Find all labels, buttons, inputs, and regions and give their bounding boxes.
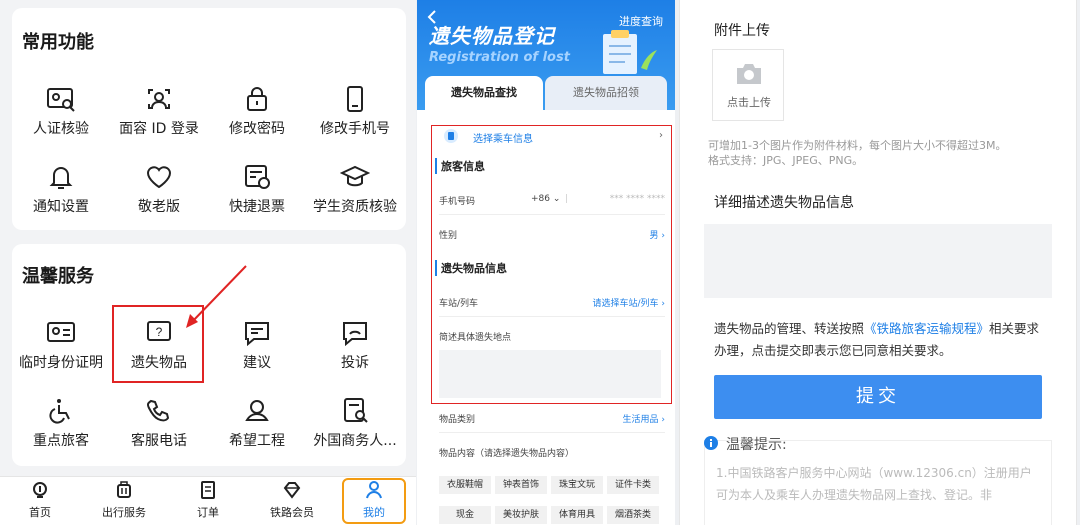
chip-item[interactable]: 钟表首饰 (495, 476, 547, 494)
chip-item[interactable]: 美妆护肤 (495, 506, 547, 524)
complaint-icon (343, 322, 367, 346)
bell-icon (49, 167, 73, 189)
submit-button[interactable]: 提交 (714, 375, 1042, 419)
luggage-icon (117, 481, 131, 498)
chip-item[interactable]: 烟酒茶类 (607, 506, 659, 524)
grid-item-temp-id[interactable]: 临时身份证明 (12, 320, 110, 372)
grid-item-label: 人证核验 (33, 121, 89, 137)
ticket-refund-icon (245, 165, 270, 189)
grid-item-change-phone[interactable]: 修改手机号 (306, 86, 404, 138)
grid-item-student-verify[interactable]: 学生资质核验 (306, 164, 404, 216)
nav-label: 首页 (29, 506, 51, 519)
describe-textarea[interactable] (704, 224, 1052, 298)
annotation-arrow-icon (186, 265, 247, 328)
id-card-search-icon (47, 88, 75, 112)
chip-item[interactable]: 珠宝文玩 (551, 476, 603, 494)
chip-item[interactable]: 证件卡类 (607, 476, 659, 494)
grid-item-label: 面容 ID 登录 (119, 121, 199, 137)
grid-item-hope-project[interactable]: 希望工程 (208, 398, 306, 450)
warm-services-title: 温馨服务 (22, 266, 94, 287)
tab-claim-found[interactable]: 遗失物品招领 (545, 76, 667, 110)
rule-pre: 遗失物品的管理、转送按照 (714, 321, 865, 336)
grid-item-notification[interactable]: 通知设置 (12, 164, 110, 216)
tip-body: 1.中国铁路客户服务中心网站（www.12306.cn）注册用户可为本人及乘车人… (716, 466, 1032, 502)
nav-rail-member[interactable]: 铁路会员 (252, 481, 332, 520)
details-submit-panel: 附件上传 点击上传 可增加1-3个图片作为附件材料，每个图片大小不得超过3M。 … (676, 0, 1080, 525)
nav-home[interactable]: 首页 (0, 481, 80, 520)
grid-item-label: 敬老版 (138, 199, 180, 215)
tip-title: 温馨提示: (726, 437, 787, 453)
grid-item-key-passenger[interactable]: 重点旅客 (12, 398, 110, 450)
grid-item-face-verify[interactable]: 人证核验 (12, 86, 110, 138)
chip-item[interactable]: 体育用具 (551, 506, 603, 524)
chip-item[interactable]: 衣服鞋帽 (439, 476, 491, 494)
info-icon (704, 436, 718, 450)
grid-item-label: 临时身份证明 (19, 355, 103, 371)
grid-item-label: 外国商务人... (313, 433, 397, 449)
attach-hint-format: 格式支持：JPG、JPEG、PNG。 (708, 154, 864, 167)
grid-item-service-hotline[interactable]: 客服电话 (110, 398, 208, 450)
rule-notice: 遗失物品的管理、转送按照《铁路旅客运输规程》相关要求办理，点击提交即表示您已同意… (714, 318, 1044, 362)
hero-banner: 遗失物品登记 Registration of lost 进度查询 遗失物品查找 … (417, 0, 675, 110)
content-label: 物品内容（请选择遗失物品内容） (439, 449, 575, 459)
wheelchair-icon (49, 399, 70, 424)
face-id-icon (148, 89, 170, 109)
diamond-icon (283, 482, 301, 499)
mine-tab-highlight (342, 478, 406, 524)
grid-item-complaint[interactable]: 投诉 (306, 320, 404, 372)
clipboard-illustration-icon (603, 30, 657, 74)
divider (439, 432, 665, 433)
camera-icon (737, 64, 761, 84)
upload-label: 点击上传 (727, 96, 771, 109)
lost-items-form-panel: 遗失物品登记 Registration of lost 进度查询 遗失物品查找 … (417, 0, 675, 525)
form-highlight (431, 125, 672, 404)
graduation-cap-icon (340, 165, 370, 187)
grid-item-change-password[interactable]: 修改密码 (208, 86, 306, 138)
grid-item-label: 学生资质核验 (313, 199, 397, 215)
grid-item-label: 客服电话 (131, 433, 187, 449)
chip-item[interactable]: 现金 (439, 506, 491, 524)
grid-item-quick-refund[interactable]: 快捷退票 (208, 164, 306, 216)
regulation-link[interactable]: 《铁路旅客运输规程》 (864, 321, 989, 336)
attach-title: 附件上传 (714, 23, 770, 39)
describe-title: 详细描述遗失物品信息 (714, 195, 854, 211)
phone-call-icon (146, 399, 170, 422)
attach-hint-size: 可增加1-3个图片作为附件材料，每个图片大小不得超过3M。 (708, 139, 1007, 152)
category-row[interactable]: 物品类别 生活用品 › (439, 412, 665, 425)
home-icon (33, 482, 47, 498)
hero-title: 遗失物品登记 (429, 24, 555, 48)
my-page-panel: 常用功能 人证核验 面容 ID 登录 修改密码 修改手机号 通知设置 敬老版 快… (0, 0, 416, 525)
phone-icon (347, 86, 363, 112)
grid-item-label: 希望工程 (229, 433, 285, 449)
grid-item-face-id-login[interactable]: 面容 ID 登录 (110, 86, 208, 138)
hope-project-icon (245, 400, 269, 421)
nav-label: 铁路会员 (270, 506, 314, 519)
common-functions-card: 常用功能 人证核验 面容 ID 登录 修改密码 修改手机号 通知设置 敬老版 快… (12, 8, 406, 230)
nav-label: 订单 (197, 506, 219, 519)
order-icon (201, 481, 215, 499)
heart-icon (146, 166, 172, 189)
grid-item-label: 修改密码 (229, 121, 285, 137)
category-label: 物品类别 (439, 415, 476, 425)
id-card-icon (47, 322, 75, 342)
grid-item-label: 快捷退票 (229, 199, 285, 215)
category-value: 生活用品 › (622, 415, 665, 425)
grid-item-elderly-mode[interactable]: 敬老版 (110, 164, 208, 216)
nav-travel-service[interactable]: 出行服务 (84, 481, 164, 520)
nav-label: 出行服务 (102, 506, 146, 519)
common-functions-title: 常用功能 (22, 32, 94, 53)
nav-orders[interactable]: 订单 (168, 481, 248, 520)
hero-subtitle: Registration of lost (429, 50, 570, 65)
lock-icon (247, 87, 267, 111)
document-search-icon (344, 398, 368, 423)
grid-item-foreign-business[interactable]: 外国商务人... (306, 398, 404, 450)
grid-item-label: 投诉 (341, 355, 369, 371)
grid-item-label: 重点旅客 (33, 433, 89, 449)
progress-query-link[interactable]: 进度查询 (619, 13, 663, 29)
grid-item-label: 建议 (243, 355, 271, 371)
grid-item-label: 修改手机号 (320, 121, 390, 137)
tab-find-lost[interactable]: 遗失物品查找 (425, 76, 543, 110)
grid-item-label: 通知设置 (33, 199, 89, 215)
upload-button[interactable]: 点击上传 (712, 49, 784, 121)
